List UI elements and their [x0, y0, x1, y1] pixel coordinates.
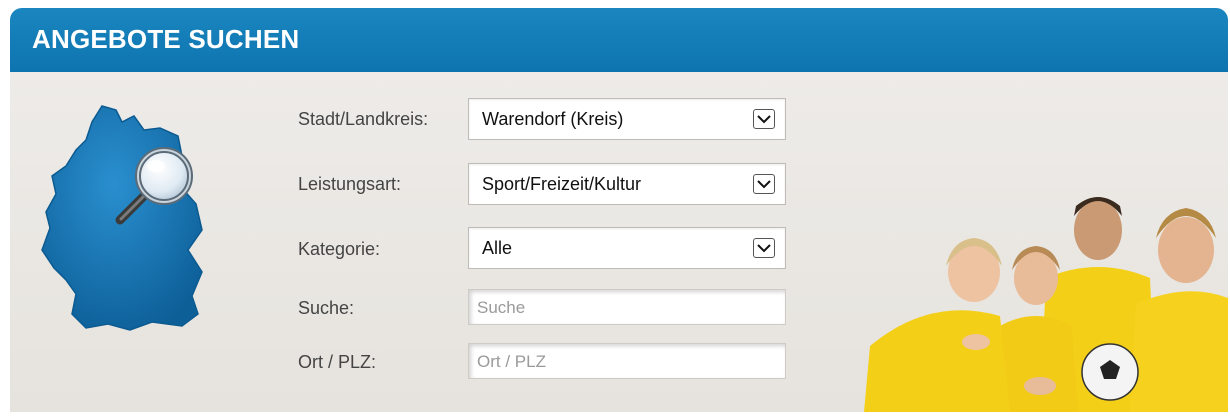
panel-header: ANGEBOTE SUCHEN [10, 8, 1228, 72]
search-panel: ANGEBOTE SUCHEN Stadt/Landkreis: Warendo… [10, 8, 1228, 412]
service-type-label: Leistungsart: [298, 174, 402, 194]
category-select-value: Alle [482, 238, 513, 258]
category-select[interactable]: Alle [468, 227, 786, 269]
service-type-select-value: Sport/Freizeit/Kultur [482, 174, 642, 194]
location-input[interactable]: Ort / PLZ [468, 343, 786, 379]
panel-title: ANGEBOTE SUCHEN [32, 24, 300, 54]
chevron-down-icon[interactable] [753, 238, 775, 258]
location-placeholder: Ort / PLZ [477, 352, 546, 371]
city-select[interactable]: Warendorf (Kreis) [468, 98, 786, 140]
city-select-value: Warendorf (Kreis) [482, 109, 624, 129]
search-label: Suche: [298, 298, 355, 318]
search-input[interactable]: Suche [468, 289, 786, 325]
chevron-down-icon[interactable] [753, 174, 775, 194]
category-label: Kategorie: [298, 239, 381, 259]
service-type-select[interactable]: Sport/Freizeit/Kultur [468, 163, 786, 205]
location-label: Ort / PLZ: [298, 352, 377, 372]
germany-map-icon [32, 100, 222, 340]
search-placeholder: Suche [477, 298, 526, 317]
chevron-down-icon[interactable] [753, 109, 775, 129]
city-label: Stadt/Landkreis: [298, 109, 429, 129]
children-sports-photo [850, 186, 1228, 412]
